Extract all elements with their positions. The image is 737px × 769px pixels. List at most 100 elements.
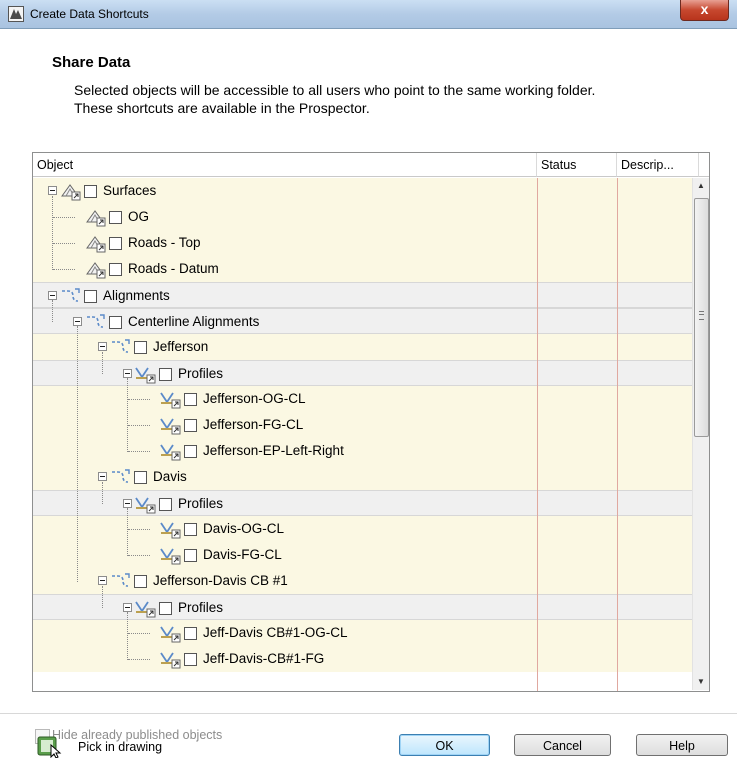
alignment-icon [112, 469, 130, 483]
tree-row[interactable]: Roads - Top [33, 230, 693, 256]
tree-row[interactable]: Alignments [33, 282, 693, 308]
collapse-toggle-icon[interactable] [48, 291, 57, 300]
surface-icon [86, 210, 106, 227]
tree-item-checkbox[interactable] [109, 237, 122, 250]
column-header-object[interactable]: Object [33, 153, 537, 177]
description-line-1: Selected objects will be accessible to a… [74, 82, 596, 98]
tree-item-checkbox[interactable] [159, 498, 172, 511]
profile-icon [160, 392, 181, 409]
scroll-thumb[interactable] [694, 198, 709, 437]
tree-item-label: Jefferson [153, 339, 209, 354]
alignment-icon [62, 288, 80, 302]
alignment-icon [112, 573, 130, 587]
collapse-toggle-icon[interactable] [98, 576, 107, 585]
tree-item-checkbox[interactable] [184, 653, 197, 666]
status-column-divider [537, 178, 538, 691]
tree-item-checkbox[interactable] [134, 341, 147, 354]
description-line-2: These shortcuts are available in the Pro… [74, 100, 370, 116]
cancel-button[interactable]: Cancel [514, 734, 611, 756]
tree-item-checkbox[interactable] [184, 393, 197, 406]
surface-icon [86, 236, 106, 253]
tree-row[interactable]: Centerline Alignments [33, 308, 693, 334]
tree-item-label: Profiles [178, 600, 224, 615]
tree-guide-line [52, 300, 53, 322]
column-header-filler [699, 153, 709, 177]
tree-row[interactable]: Jefferson [33, 334, 693, 360]
profile-icon [160, 548, 181, 565]
tree-item-label: Centerline Alignments [128, 314, 260, 329]
tree-item-checkbox[interactable] [184, 445, 197, 458]
scroll-down-arrow-icon[interactable]: ▼ [693, 674, 709, 690]
scroll-up-arrow-icon[interactable]: ▲ [693, 178, 709, 194]
tree-item-checkbox[interactable] [184, 523, 197, 536]
tree-item-checkbox[interactable] [184, 419, 197, 432]
tree-row[interactable]: Jefferson-EP-Left-Right [33, 438, 693, 464]
tree-row[interactable]: Jefferson-OG-CL [33, 386, 693, 412]
tree-row[interactable]: Jeff-Davis-CB#1-FG [33, 646, 693, 672]
header-description: Selected objects will be accessible to a… [74, 81, 724, 117]
tree-guide-line [102, 352, 103, 374]
tree-item-checkbox[interactable] [84, 290, 97, 303]
pick-in-drawing-icon[interactable] [37, 736, 65, 758]
tree-item-checkbox[interactable] [159, 602, 172, 615]
tree-item-checkbox[interactable] [159, 368, 172, 381]
tree-connector [128, 633, 150, 634]
tree-item-label: Davis-OG-CL [203, 521, 285, 536]
separator [0, 713, 737, 714]
profile-icon [135, 601, 156, 618]
description-column-divider [617, 178, 618, 691]
tree-item-label: OG [128, 209, 150, 224]
tree-item-label: Surfaces [103, 183, 157, 198]
tree-item-checkbox[interactable] [134, 471, 147, 484]
collapse-toggle-icon[interactable] [73, 317, 82, 326]
tree-guide-line [127, 378, 128, 452]
tree-item-checkbox[interactable] [184, 549, 197, 562]
help-button[interactable]: Help [636, 734, 728, 756]
tree-item-checkbox[interactable] [84, 185, 97, 198]
tree-row[interactable]: Profiles [33, 594, 693, 620]
tree-row[interactable]: Profiles [33, 360, 693, 386]
window-title: Create Data Shortcuts [30, 7, 149, 21]
tree-row[interactable]: Davis-FG-CL [33, 542, 693, 568]
close-button[interactable]: x [680, 0, 729, 21]
tree-item-label: Profiles [178, 496, 224, 511]
column-header-description[interactable]: Descrip... [617, 153, 699, 177]
tree-row[interactable]: Jeff-Davis CB#1-OG-CL [33, 620, 693, 646]
tree-item-checkbox[interactable] [109, 316, 122, 329]
ok-button[interactable]: OK [399, 734, 490, 756]
tree-row[interactable]: Surfaces [33, 178, 693, 204]
tree-item-checkbox[interactable] [109, 263, 122, 276]
tree-item-label: Jeff-Davis CB#1-OG-CL [203, 625, 348, 640]
tree-row[interactable]: Davis-OG-CL [33, 516, 693, 542]
column-header-status[interactable]: Status [537, 153, 617, 177]
collapse-toggle-icon[interactable] [123, 603, 132, 612]
tree-row[interactable]: Jefferson-FG-CL [33, 412, 693, 438]
tree-item-label: Roads - Datum [128, 261, 219, 276]
collapse-toggle-icon[interactable] [123, 369, 132, 378]
collapse-toggle-icon[interactable] [48, 186, 57, 195]
tree-guide-line [52, 196, 53, 270]
pick-in-drawing-label[interactable]: Pick in drawing [78, 740, 162, 754]
tree-item-label: Jefferson-OG-CL [203, 391, 306, 406]
tree-connector [53, 269, 75, 270]
tree-item-label: Davis [153, 469, 187, 484]
tree-item-checkbox[interactable] [134, 575, 147, 588]
vertical-scrollbar[interactable]: ▲ ▼ [692, 178, 709, 690]
tree-row[interactable]: Profiles [33, 490, 693, 516]
profile-icon [160, 626, 181, 643]
tree-item-label: Davis-FG-CL [203, 547, 282, 562]
tree-item-label: Jefferson-Davis CB #1 [153, 573, 288, 588]
profile-icon [160, 444, 181, 461]
profile-icon [160, 522, 181, 539]
tree-row[interactable]: Davis [33, 464, 693, 490]
tree-connector [53, 243, 75, 244]
tree-item-checkbox[interactable] [184, 627, 197, 640]
tree-row[interactable]: Jefferson-Davis CB #1 [33, 568, 693, 594]
collapse-toggle-icon[interactable] [98, 472, 107, 481]
tree-row[interactable]: OG [33, 204, 693, 230]
object-tree[interactable]: Object Status Descrip... Surfaces OG Roads… [32, 152, 710, 692]
collapse-toggle-icon[interactable] [123, 499, 132, 508]
tree-row[interactable]: Roads - Datum [33, 256, 693, 282]
tree-item-checkbox[interactable] [109, 211, 122, 224]
collapse-toggle-icon[interactable] [98, 342, 107, 351]
